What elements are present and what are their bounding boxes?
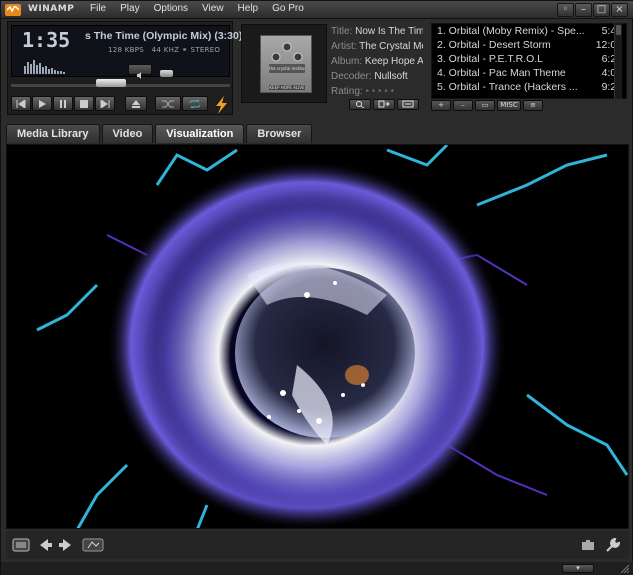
playlist-item-title[interactable]: 3. Orbital - P.E.T.R.O.L [437, 52, 585, 66]
resize-grip-icon[interactable] [620, 564, 630, 574]
playlist-item[interactable]: 5. Orbital - Trance (Hackers ... 9:21 [432, 80, 626, 94]
channels-label: STEREO [190, 46, 221, 54]
minimize-button[interactable]: – [575, 3, 592, 17]
add-button[interactable]: + [431, 100, 451, 111]
khz-value: 44 [151, 46, 162, 54]
collapse-button[interactable]: ▾ [562, 564, 594, 573]
seek-handle[interactable] [96, 79, 126, 87]
volume-slider[interactable] [160, 70, 173, 77]
visualization-menu-icon[interactable] [82, 537, 104, 553]
playlist-scroll-thumb[interactable] [616, 25, 621, 35]
player-display: 1:35 s The Time (Olympic Mix) (3:30) 128… [11, 25, 242, 79]
transport-controls [11, 96, 230, 114]
mini-spectrum-icon[interactable] [24, 54, 74, 74]
visualization-graphic [7, 145, 628, 528]
playlist-item-title[interactable]: 2. Orbital - Desert Storm [437, 38, 585, 52]
close-button[interactable]: × [611, 3, 628, 17]
elapsed-time[interactable]: 1:35 [22, 28, 70, 52]
winamp-logo-icon[interactable] [5, 4, 21, 16]
album-value[interactable]: Keep Hope Alive [365, 56, 423, 67]
wrench-icon[interactable] [604, 537, 622, 553]
menu-play[interactable]: Play [113, 3, 146, 14]
tab-browser[interactable]: Browser [246, 124, 313, 143]
playlist-item-title[interactable]: 4. Orbital - Pac Man Theme [437, 66, 585, 80]
menu-help[interactable]: Help [231, 3, 266, 14]
shuffle-icon[interactable] [155, 96, 181, 111]
status-bar: ▾ [1, 562, 633, 575]
tab-video[interactable]: Video [101, 124, 154, 143]
playlist-item[interactable]: 1. Orbital (Moby Remix) - Spe... 5:41 [432, 24, 626, 38]
send-to-icon[interactable] [373, 99, 395, 110]
album-art-panel[interactable]: the crystal method KEEP HOPE ALIVE [241, 24, 327, 103]
fullscreen-icon[interactable] [12, 537, 30, 553]
kbps-unit: KBPS [124, 46, 145, 54]
rating-stars[interactable]: • • • • • [365, 86, 394, 97]
album-cover[interactable]: the crystal method KEEP HOPE ALIVE [260, 35, 312, 93]
pause-icon[interactable] [53, 96, 73, 111]
bottom-toolbar [6, 531, 629, 559]
playlist-item[interactable]: 4. Orbital - Pac Man Theme 4:03 [432, 66, 626, 80]
tab-media-library[interactable]: Media Library [6, 124, 100, 143]
menu-go-pro[interactable]: Go Pro [265, 3, 311, 14]
forward-icon[interactable] [57, 537, 75, 553]
cover-text-top: the crystal method [269, 66, 305, 71]
track-metadata: Title: Now Is The Time Artist: The Cryst… [331, 24, 423, 102]
app-name: WINAMP [28, 4, 75, 14]
playlist: 1. Orbital (Moby Remix) - Spe... 5:41 2. … [431, 23, 627, 99]
scrolling-song-title[interactable]: s The Time (Olympic Mix) (3:30) [85, 30, 242, 42]
play-icon[interactable] [32, 96, 52, 111]
playlist-item[interactable]: 3. Orbital - P.E.T.R.O.L 6:21 [432, 52, 626, 66]
decoder-value: Nullsoft [374, 71, 408, 82]
stream-info: 128 KBPS 44 KHZ ⚭ STEREO [108, 46, 220, 54]
rating-label: Rating: [331, 86, 363, 97]
playlist-scrollbar[interactable] [614, 23, 622, 99]
winamp-window: WINAMP File Play Options View Help Go Pr… [0, 0, 633, 575]
menu-options[interactable]: Options [147, 3, 195, 14]
playlist-item-title[interactable]: 5. Orbital - Trance (Hackers ... [437, 80, 585, 94]
next-icon[interactable] [95, 96, 115, 111]
select-button[interactable]: ▭ [475, 100, 495, 111]
playlist-buttons: + – ▭ MISC ≡ [431, 100, 543, 111]
lightning-icon[interactable] [214, 96, 230, 114]
title-bar[interactable]: WINAMP File Play Options View Help Go Pr… [1, 1, 633, 19]
visualization-canvas[interactable] [6, 144, 629, 529]
plugins-icon[interactable] [579, 537, 597, 553]
playlist-item-title[interactable]: 1. Orbital (Moby Remix) - Spe... [437, 24, 585, 38]
list-options-button[interactable]: ≡ [523, 100, 543, 111]
title-label: Title: [331, 26, 353, 37]
search-icon[interactable] [349, 99, 371, 110]
options-icon[interactable] [397, 99, 419, 110]
stereo-icon: ⚭ [181, 46, 188, 54]
main-tabs: Media Library Video Visualization Browse… [6, 124, 313, 143]
tab-visualization[interactable]: Visualization [155, 124, 245, 143]
remove-button[interactable]: – [453, 100, 473, 111]
repeat-icon[interactable] [182, 96, 208, 111]
album-label: Album: [331, 56, 363, 67]
volume-icon[interactable] [128, 64, 152, 79]
playlist-item[interactable]: 2. Orbital - Desert Storm 12:03 [432, 38, 626, 52]
menu-bar: File Play Options View Help Go Pro [83, 3, 311, 14]
title-value[interactable]: Now Is The Time [355, 26, 423, 37]
back-icon[interactable] [36, 537, 54, 553]
eject-icon[interactable] [125, 96, 147, 111]
menu-view[interactable]: View [195, 3, 231, 14]
khz-unit: KHZ [163, 46, 180, 54]
main-player: 1:35 s The Time (Olympic Mix) (3:30) 128… [7, 21, 242, 115]
window-options-button[interactable]: ◦ [557, 3, 574, 17]
artist-value[interactable]: The Crystal Method [359, 41, 423, 52]
kbps-value: 128 [108, 46, 123, 54]
misc-button[interactable]: MISC [497, 100, 521, 111]
decoder-label: Decoder: [331, 71, 372, 82]
maximize-button[interactable]: □ [593, 3, 610, 17]
artist-label: Artist: [331, 41, 357, 52]
cover-text-bottom: KEEP HOPE ALIVE [269, 85, 305, 90]
stop-icon[interactable] [74, 96, 94, 111]
previous-icon[interactable] [11, 96, 31, 111]
metadata-buttons [349, 99, 419, 110]
menu-file[interactable]: File [83, 3, 113, 14]
